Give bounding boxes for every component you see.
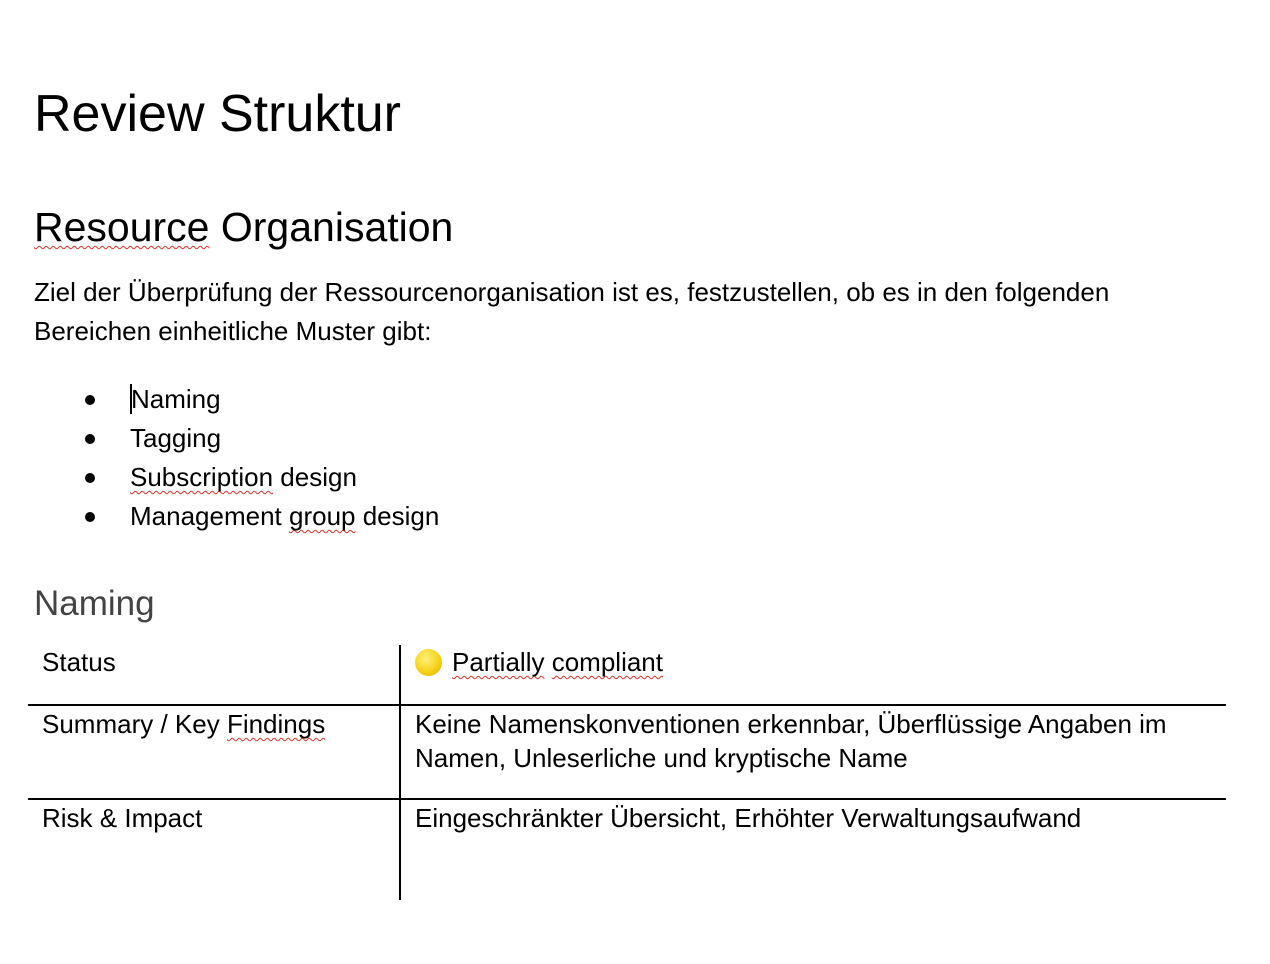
bullet-list: Naming Tagging Subscription design Manag… bbox=[34, 380, 439, 536]
status-text: compliant bbox=[551, 647, 663, 677]
summary-label: Summary / Key Findings bbox=[42, 707, 392, 741]
subheading-naming: Naming bbox=[34, 584, 155, 623]
list-item-tagging: Tagging bbox=[34, 419, 439, 458]
bullet-icon bbox=[85, 512, 95, 522]
summary-label-text: Summary / Key bbox=[42, 709, 227, 739]
spellcheck-underlined-word: Subscription bbox=[130, 462, 274, 492]
bullet-icon bbox=[85, 434, 95, 444]
intro-paragraph: Ziel der Überprüfung der Ressourcenorgan… bbox=[34, 277, 1110, 346]
document-page[interactable]: Review Struktur Resource Organisation Zi… bbox=[0, 0, 1270, 964]
spellcheck-underlined-word: Findings bbox=[226, 709, 326, 739]
table-row-divider bbox=[28, 798, 1226, 800]
status-value: Partially compliant bbox=[415, 645, 1220, 679]
bullet-icon bbox=[85, 473, 95, 483]
list-item-subscription-design: Subscription design bbox=[34, 458, 439, 497]
spellcheck-underlined-word: Resource bbox=[34, 204, 210, 250]
risk-value: Eingeschränkter Übersicht, Erhöhter Verw… bbox=[415, 803, 1082, 833]
risk-label: Risk & Impact bbox=[42, 803, 203, 833]
summary-value: Keine Namenskonventionen erkennbar, Über… bbox=[415, 709, 1167, 773]
list-item-label: Naming bbox=[131, 384, 221, 414]
document-title: Review Struktur bbox=[34, 85, 401, 143]
bullet-icon bbox=[85, 395, 95, 405]
section-heading-resource-organisation: Resource Organisation bbox=[34, 203, 453, 251]
spellcheck-underlined-word: group bbox=[288, 501, 356, 531]
status-text: Partially bbox=[452, 647, 545, 677]
heading-word: Organisation bbox=[220, 204, 454, 250]
list-item-management-group-design: Management group design bbox=[34, 497, 439, 536]
list-item-label: Management bbox=[130, 501, 289, 531]
table-column-divider bbox=[399, 645, 401, 900]
list-item-naming: Naming bbox=[34, 380, 439, 419]
list-item-label: design bbox=[355, 501, 440, 531]
list-item-label: Tagging bbox=[130, 423, 222, 453]
status-label: Status bbox=[42, 647, 116, 677]
naming-review-table: Status Partially compliant Summary / Key… bbox=[28, 645, 1226, 900]
yellow-circle-icon bbox=[415, 649, 442, 676]
list-item-label: design bbox=[273, 462, 357, 492]
table-row-divider bbox=[28, 704, 1226, 706]
